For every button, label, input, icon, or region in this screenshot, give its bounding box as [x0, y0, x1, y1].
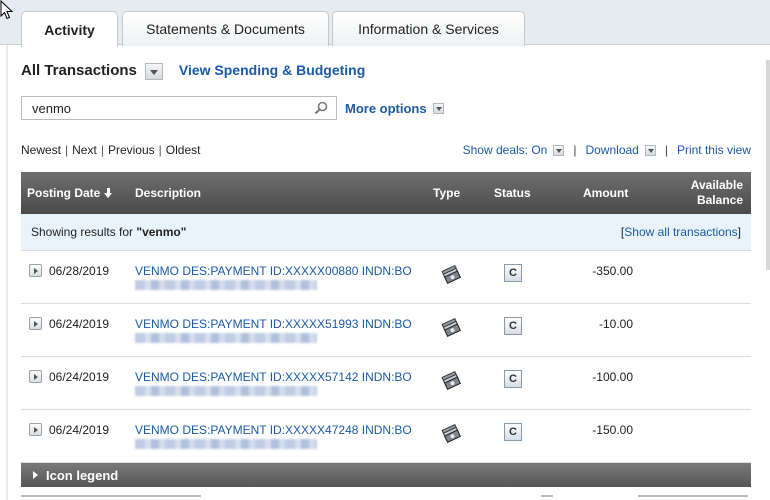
row-amount: -100.00 [592, 370, 633, 384]
print-view-link[interactable]: Print this view [677, 143, 751, 157]
cleared-status-icon[interactable]: C [504, 317, 522, 335]
view-tools: Show deals: On | Download | Print this v… [463, 143, 751, 157]
expand-row-icon[interactable] [29, 317, 42, 330]
cleared-status-icon[interactable]: C [504, 423, 522, 441]
tab-information-services[interactable]: Information & Services [332, 11, 525, 46]
column-type: Type [433, 186, 461, 200]
column-description: Description [135, 186, 202, 200]
transaction-filter: All Transactions View Spending & Budgeti… [21, 60, 365, 80]
cash-payment-icon [441, 423, 461, 443]
table-row: 06/24/2019 VENMO DES:PAYMENT ID:XXXXX472… [21, 410, 751, 463]
mouse-cursor-icon [0, 0, 14, 20]
bottom-cutoff [21, 493, 751, 500]
cleared-status-icon[interactable]: C [504, 370, 522, 388]
divider: | [573, 143, 577, 157]
row-amount: -350.00 [592, 264, 633, 278]
cash-payment-icon [441, 370, 461, 390]
column-amount: Amount [583, 186, 629, 200]
scrollbar[interactable] [766, 60, 770, 270]
results-summary: Showing results for "venmo" [31, 225, 186, 239]
icon-legend-label: Icon legend [46, 467, 119, 483]
column-status: Status [494, 186, 531, 200]
transaction-filter-dropdown[interactable] [144, 62, 163, 80]
search-input[interactable] [32, 100, 302, 116]
column-posting-date[interactable]: Posting Date [27, 186, 113, 200]
show-deals-chevron-icon[interactable] [553, 144, 565, 156]
chevron-right-icon [33, 471, 38, 479]
column-available-balance: Available Balance [691, 178, 743, 208]
transaction-filter-label: All Transactions [21, 61, 137, 79]
more-options[interactable]: More options [345, 101, 444, 116]
table-row: 06/28/2019 VENMO DES:PAYMENT ID:XXXXX008… [21, 251, 751, 304]
left-edge [6, 45, 8, 500]
divider: | [664, 143, 668, 157]
cutoff-text [21, 495, 201, 497]
column-available-balance-line1: Available [690, 178, 743, 192]
tab-bar: Activity Statements & Documents Informat… [0, 0, 770, 47]
search-results-bar: Showing results for "venmo" [Show all tr… [21, 214, 751, 251]
pager-previous[interactable]: Previous [108, 143, 155, 157]
pager-oldest[interactable]: Oldest [166, 143, 201, 157]
redacted-text [135, 439, 317, 449]
cash-payment-icon [441, 264, 461, 284]
row-description-link[interactable]: VENMO DES:PAYMENT ID:XXXXX57142 INDN:BO [135, 370, 412, 384]
row-amount: -150.00 [592, 423, 633, 437]
icon-legend-toggle[interactable]: Icon legend [21, 463, 751, 487]
cleared-status-icon[interactable]: C [504, 264, 522, 282]
divider: | [100, 143, 104, 157]
row-date: 06/24/2019 [49, 317, 110, 331]
cash-payment-icon [441, 317, 461, 337]
download-chevron-icon[interactable] [644, 144, 656, 156]
more-options-link[interactable]: More options [345, 101, 427, 116]
table-row: 06/24/2019 VENMO DES:PAYMENT ID:XXXXX571… [21, 357, 751, 410]
pager-next[interactable]: Next [72, 143, 97, 157]
expand-row-icon[interactable] [29, 264, 42, 277]
pager: Newest | Next | Previous | Oldest [21, 143, 200, 157]
search-box [21, 96, 337, 120]
sort-arrow-down-icon [104, 188, 113, 198]
row-date: 06/24/2019 [49, 423, 110, 437]
redacted-text [135, 333, 317, 343]
redacted-text [135, 386, 317, 396]
show-all-wrapper: [Show all transactions] [621, 225, 741, 239]
row-description-link[interactable]: VENMO DES:PAYMENT ID:XXXXX51993 INDN:BO [135, 317, 412, 331]
view-spending-budgeting-link[interactable]: View Spending & Budgeting [179, 62, 365, 78]
row-amount: -10.00 [598, 317, 633, 331]
cutoff-checkbox [541, 495, 553, 497]
show-all-transactions-link[interactable]: Show all transactions [624, 225, 737, 239]
bracket-close: ] [737, 225, 741, 239]
show-deals-link[interactable]: Show deals: On [463, 143, 548, 157]
row-description-link[interactable]: VENMO DES:PAYMENT ID:XXXXX47248 INDN:BO [135, 423, 412, 437]
search-icon[interactable] [314, 101, 328, 115]
transactions-table-header: Posting Date Description Type Status Amo… [21, 172, 751, 214]
tab-statements-documents[interactable]: Statements & Documents [122, 11, 329, 46]
row-date: 06/24/2019 [49, 370, 110, 384]
column-posting-date-label: Posting Date [27, 186, 101, 200]
results-term: "venmo" [136, 225, 187, 239]
cutoff-text [638, 495, 748, 497]
redacted-text [135, 280, 317, 290]
results-prefix: Showing results for [31, 225, 137, 239]
row-description-link[interactable]: VENMO DES:PAYMENT ID:XXXXX00880 INDN:BO [135, 264, 412, 278]
pager-newest[interactable]: Newest [21, 143, 61, 157]
tab-activity[interactable]: Activity [21, 11, 118, 47]
table-row: 06/24/2019 VENMO DES:PAYMENT ID:XXXXX519… [21, 304, 751, 357]
divider: | [65, 143, 69, 157]
expand-row-icon[interactable] [29, 423, 42, 436]
row-date: 06/28/2019 [49, 264, 110, 278]
expand-row-icon[interactable] [29, 370, 42, 383]
divider: | [158, 143, 162, 157]
column-available-balance-line2: Balance [696, 193, 743, 207]
chevron-down-icon[interactable] [432, 103, 444, 114]
download-link[interactable]: Download [585, 143, 638, 157]
